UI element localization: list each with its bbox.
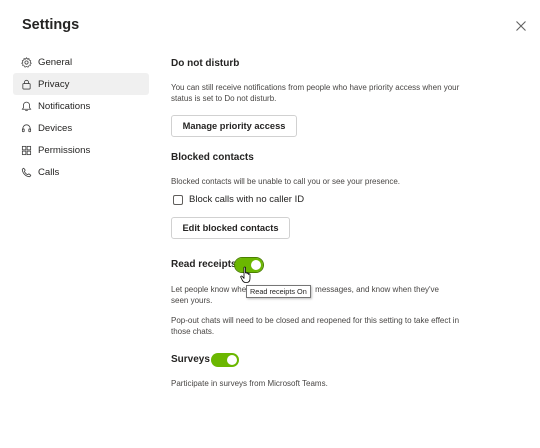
sidebar-item-label: General bbox=[38, 56, 73, 68]
sidebar-item-notifications[interactable]: Notifications bbox=[13, 95, 149, 117]
popout-chats-note: Pop-out chats will need to be closed and… bbox=[171, 316, 460, 336]
lock-icon bbox=[21, 79, 32, 90]
sidebar-item-label: Permissions bbox=[38, 144, 91, 156]
sidebar-item-label: Privacy bbox=[38, 78, 70, 90]
blocked-contacts-description: Blocked contacts will be unable to call … bbox=[171, 177, 401, 186]
surveys-toggle[interactable] bbox=[211, 353, 239, 367]
read-receipts-desc-part2: messages, and know when they've bbox=[315, 285, 439, 294]
surveys-heading: Surveys bbox=[171, 354, 210, 365]
bell-icon bbox=[21, 101, 32, 112]
sidebar-item-label: Devices bbox=[38, 122, 73, 134]
sidebar-item-general[interactable]: General bbox=[13, 51, 149, 73]
block-calls-no-caller-id-label: Block calls with no caller ID bbox=[189, 194, 305, 205]
phone-icon bbox=[21, 167, 32, 178]
block-calls-no-caller-id-checkbox[interactable] bbox=[173, 194, 183, 205]
read-receipts-desc-part1: Let people know whe bbox=[171, 285, 247, 294]
settings-title: Settings bbox=[22, 17, 80, 33]
toggle-knob bbox=[227, 355, 237, 365]
dnd-description: You can still receive notifications from… bbox=[171, 83, 460, 103]
close-icon[interactable] bbox=[514, 19, 528, 33]
grid-icon bbox=[21, 145, 32, 156]
sidebar-item-calls[interactable]: Calls bbox=[13, 161, 149, 183]
close-button[interactable] bbox=[514, 19, 528, 33]
manage-priority-access-button[interactable]: Manage priority access bbox=[171, 115, 297, 137]
settings-sidebar: General Privacy Notifications Devices Pe… bbox=[13, 51, 149, 183]
hand-cursor-icon bbox=[240, 266, 254, 284]
block-caller-id-row[interactable]: Block calls with no caller ID bbox=[173, 194, 304, 205]
read-receipts-heading: Read receipts bbox=[171, 259, 237, 270]
sidebar-item-label: Notifications bbox=[38, 100, 91, 112]
sidebar-item-devices[interactable]: Devices bbox=[13, 117, 149, 139]
read-receipts-description: Let people know whe messages, and know wh… bbox=[171, 284, 461, 306]
sidebar-item-label: Calls bbox=[38, 166, 60, 178]
gear-icon bbox=[21, 56, 32, 68]
read-receipts-tooltip: Read receipts On bbox=[246, 285, 311, 298]
sidebar-item-privacy[interactable]: Privacy bbox=[13, 73, 149, 95]
sidebar-item-permissions[interactable]: Permissions bbox=[13, 139, 149, 161]
blocked-contacts-heading: Blocked contacts bbox=[171, 152, 254, 163]
edit-blocked-contacts-button[interactable]: Edit blocked contacts bbox=[171, 217, 290, 239]
headset-icon bbox=[21, 123, 32, 134]
dnd-heading: Do not disturb bbox=[171, 58, 240, 69]
surveys-description: Participate in surveys from Microsoft Te… bbox=[171, 379, 328, 388]
read-receipts-desc-line2: seen yours. bbox=[171, 296, 213, 305]
